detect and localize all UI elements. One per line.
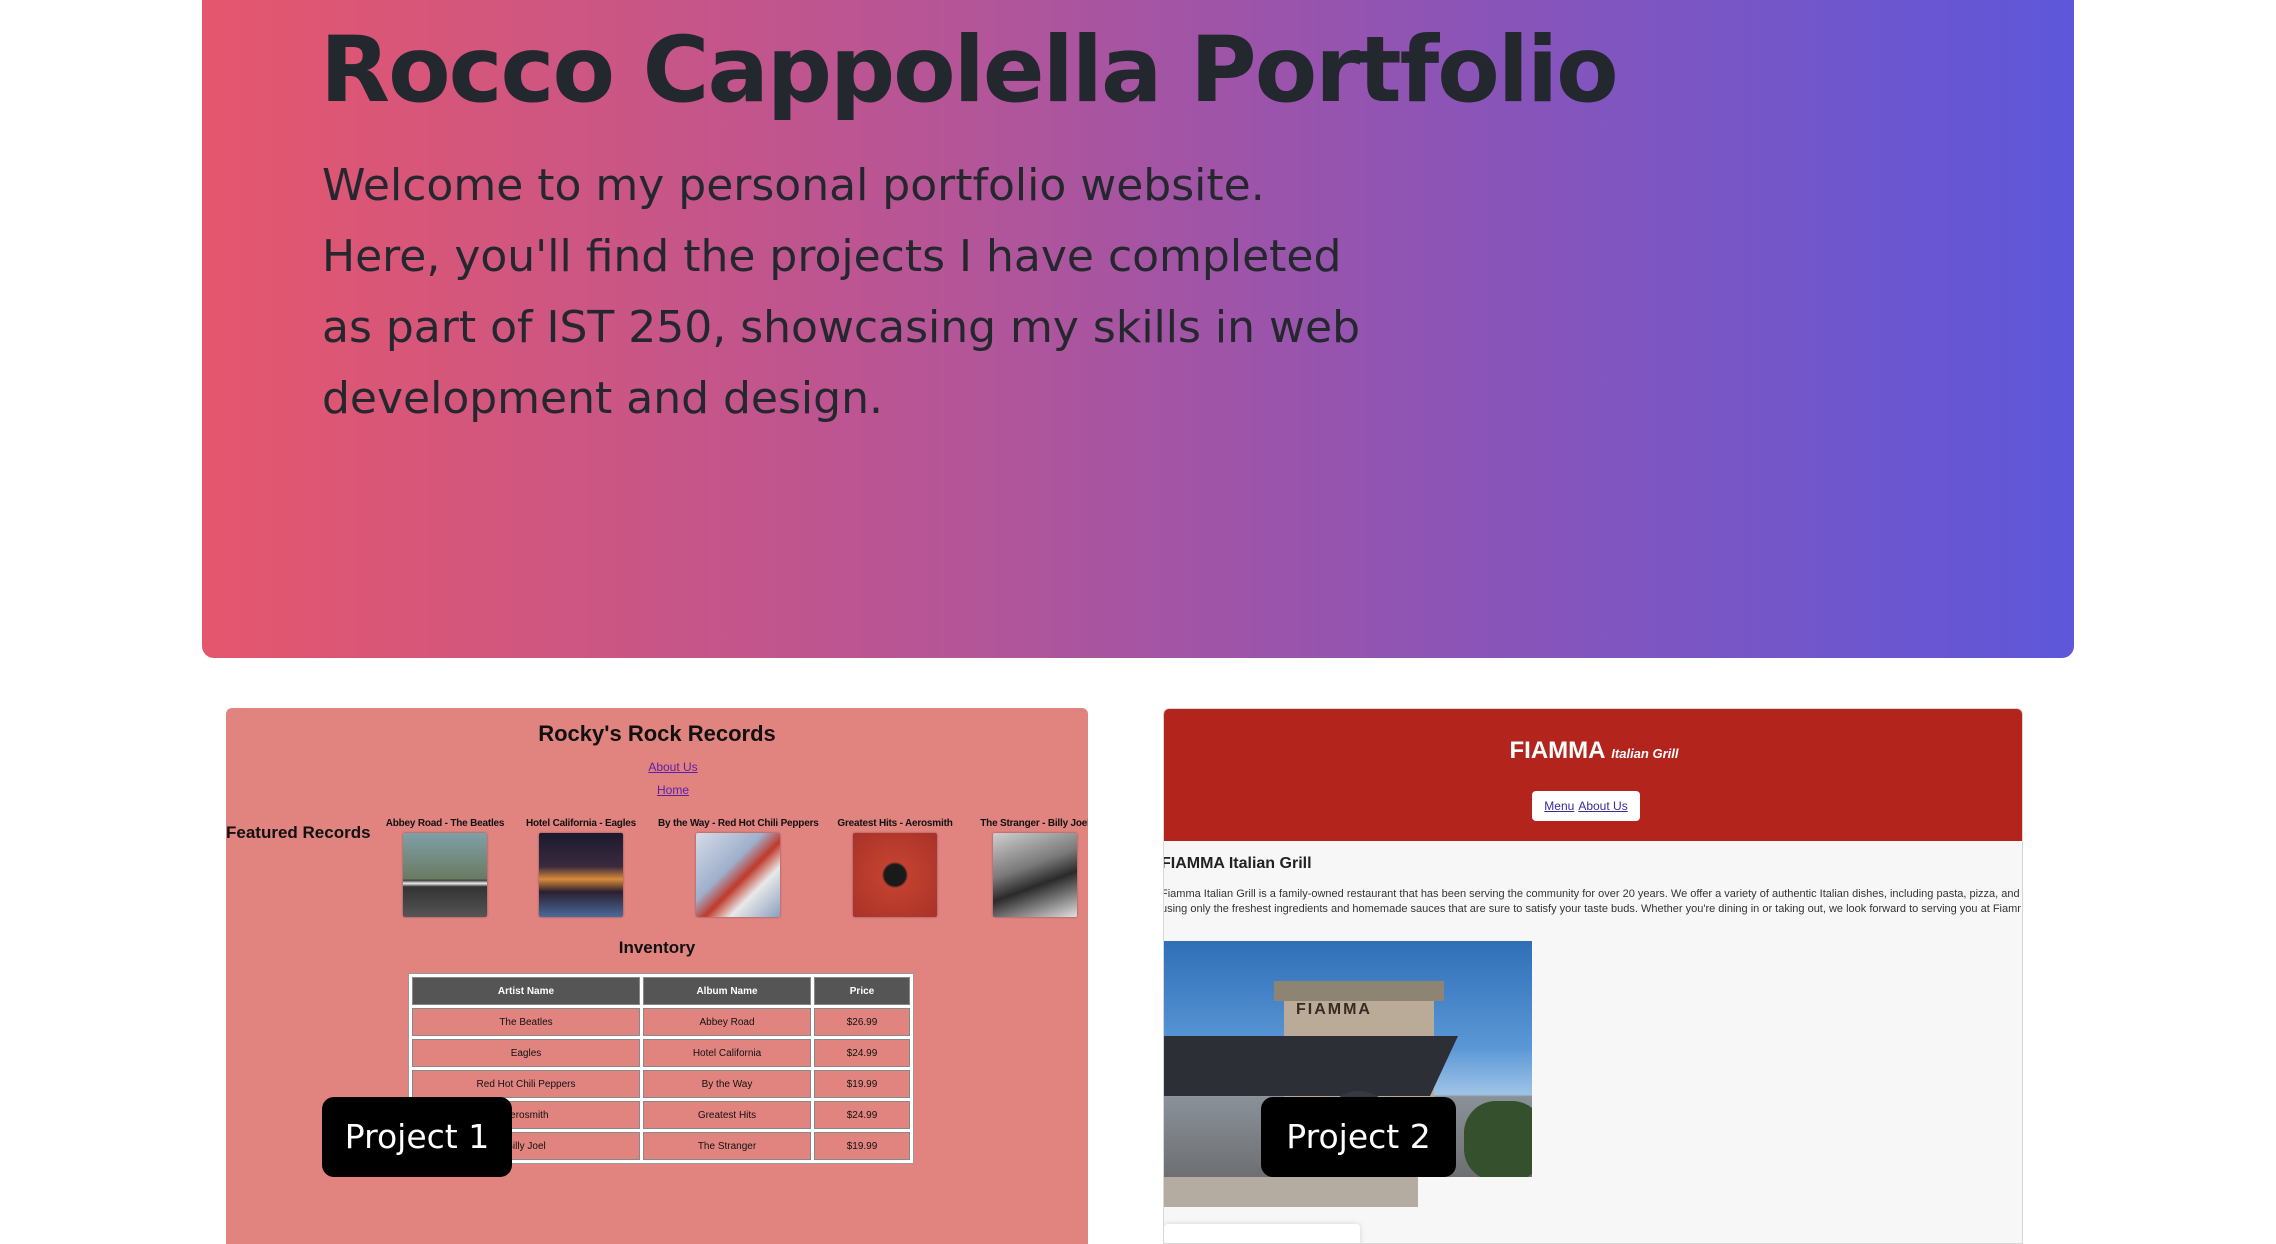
fiamma-nav: Menu About Us xyxy=(1532,791,1640,821)
brand-name: FIAMMA xyxy=(1509,737,1605,764)
record-the-stranger: The Stranger - Billy Joel xyxy=(955,818,1088,917)
rock-records-title: Rocky's Rock Records xyxy=(538,721,776,746)
table-row: Eagles Hotel California $24.99 xyxy=(412,1039,910,1067)
table-header-row: Artist Name Album Name Price xyxy=(412,977,910,1005)
column-header: Price xyxy=(814,977,910,1005)
record-caption: By the Way - Red Hot Chili Peppers xyxy=(658,818,819,829)
page-title: Rocco Cappolella Portfolio xyxy=(320,18,1619,123)
fiamma-heading: FIAMMA Italian Grill xyxy=(1163,855,1312,872)
table-cell: Hotel California xyxy=(643,1039,811,1067)
intro-text: Welcome to my personal portfolio website… xyxy=(322,160,1360,424)
table-cell: $19.99 xyxy=(814,1132,910,1160)
fiamma-description: Fiamma Italian Grill is a family-owned r… xyxy=(1163,887,2021,917)
table-cell: Greatest Hits xyxy=(643,1101,811,1129)
project-2-badge[interactable]: Project 2 xyxy=(1261,1097,1456,1177)
table-row: Red Hot Chili Peppers By the Way $19.99 xyxy=(412,1070,910,1098)
album-cover-image xyxy=(853,833,937,917)
record-caption: Hotel California - Eagles xyxy=(525,818,637,829)
column-header: Artist Name xyxy=(412,977,640,1005)
description-line: using only the freshest ingredients and … xyxy=(1163,903,2021,915)
home-link[interactable]: Home xyxy=(242,783,1088,797)
record-caption: The Stranger - Billy Joel xyxy=(980,818,1088,829)
hero-banner: Rocco Cappolella Portfolio Welcome to my… xyxy=(202,0,2074,658)
table-cell: $19.99 xyxy=(814,1070,910,1098)
about-us-link[interactable]: About Us xyxy=(1578,799,1627,813)
table-cell: Eagles xyxy=(412,1039,640,1067)
column-header: Album Name xyxy=(643,977,811,1005)
table-cell: The Stranger xyxy=(643,1132,811,1160)
table-cell: $24.99 xyxy=(814,1039,910,1067)
fiamma-header xyxy=(1164,709,2022,841)
fiamma-brand: FIAMMA Italian Grill xyxy=(1164,737,2022,765)
table-cell: The Beatles xyxy=(412,1008,640,1036)
record-greatest-hits: Greatest Hits - Aerosmith xyxy=(815,818,975,917)
photo-tower-cap xyxy=(1274,981,1444,1001)
photo-roof xyxy=(1164,1036,1458,1096)
inventory-heading: Inventory xyxy=(618,938,696,957)
table-cell: Red Hot Chili Peppers xyxy=(412,1070,640,1098)
record-by-the-way: By the Way - Red Hot Chili Peppers xyxy=(658,818,819,917)
photo-sign-text: FIAMMA xyxy=(1296,1001,1372,1018)
project-1-badge[interactable]: Project 1 xyxy=(322,1097,512,1177)
content-box xyxy=(1164,1224,1360,1243)
table-cell: Abbey Road xyxy=(643,1008,811,1036)
description-line: Fiamma Italian Grill is a family-owned r… xyxy=(1163,888,2020,900)
photo-trees xyxy=(1464,1101,1532,1177)
table-cell: By the Way xyxy=(643,1070,811,1098)
record-caption: Greatest Hits - Aerosmith xyxy=(837,818,953,829)
album-cover-image xyxy=(403,833,487,917)
brand-subtitle: Italian Grill xyxy=(1611,746,1679,761)
album-cover-image xyxy=(696,833,780,917)
table-cell: $26.99 xyxy=(814,1008,910,1036)
about-us-link[interactable]: About Us xyxy=(242,760,1088,774)
photo-bottom-strip xyxy=(1164,1177,1418,1207)
table-row: The Beatles Abbey Road $26.99 xyxy=(412,1008,910,1036)
menu-link[interactable]: Menu xyxy=(1544,799,1574,813)
record-hotel-california: Hotel California - Eagles xyxy=(501,818,661,917)
table-cell: $24.99 xyxy=(814,1101,910,1129)
featured-records-label: Featured Records xyxy=(226,823,371,842)
album-cover-image xyxy=(993,833,1077,917)
album-cover-image xyxy=(539,833,623,917)
